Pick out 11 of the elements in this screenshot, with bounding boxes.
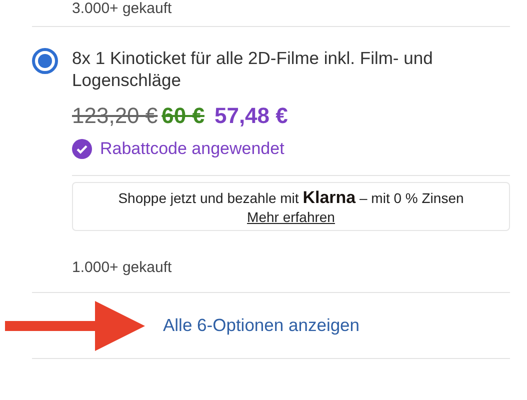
show-all-options-link[interactable]: Alle 6-Optionen anzeigen (163, 315, 360, 336)
final-price: 57,48 € (214, 103, 288, 129)
discount-label: Rabattcode angewendet (100, 139, 284, 159)
purchase-count: 1.000+ gekauft (72, 259, 173, 276)
learn-more-link[interactable]: Mehr erfahren (247, 209, 335, 225)
option-title: 8x 1 Kinoticket für alle 2D-Filme inkl. Film- und Logenschläge (72, 47, 434, 91)
radio-button[interactable] (32, 48, 58, 74)
klarna-text: Shoppe jetzt und bezahle mit Klarna – mit 0 % Zinsen (118, 188, 464, 208)
original-price: 123,20 € (72, 103, 158, 129)
purchase-count: 3.000+ gekauft (72, 0, 172, 18)
deal-price: 60 € (162, 103, 204, 129)
